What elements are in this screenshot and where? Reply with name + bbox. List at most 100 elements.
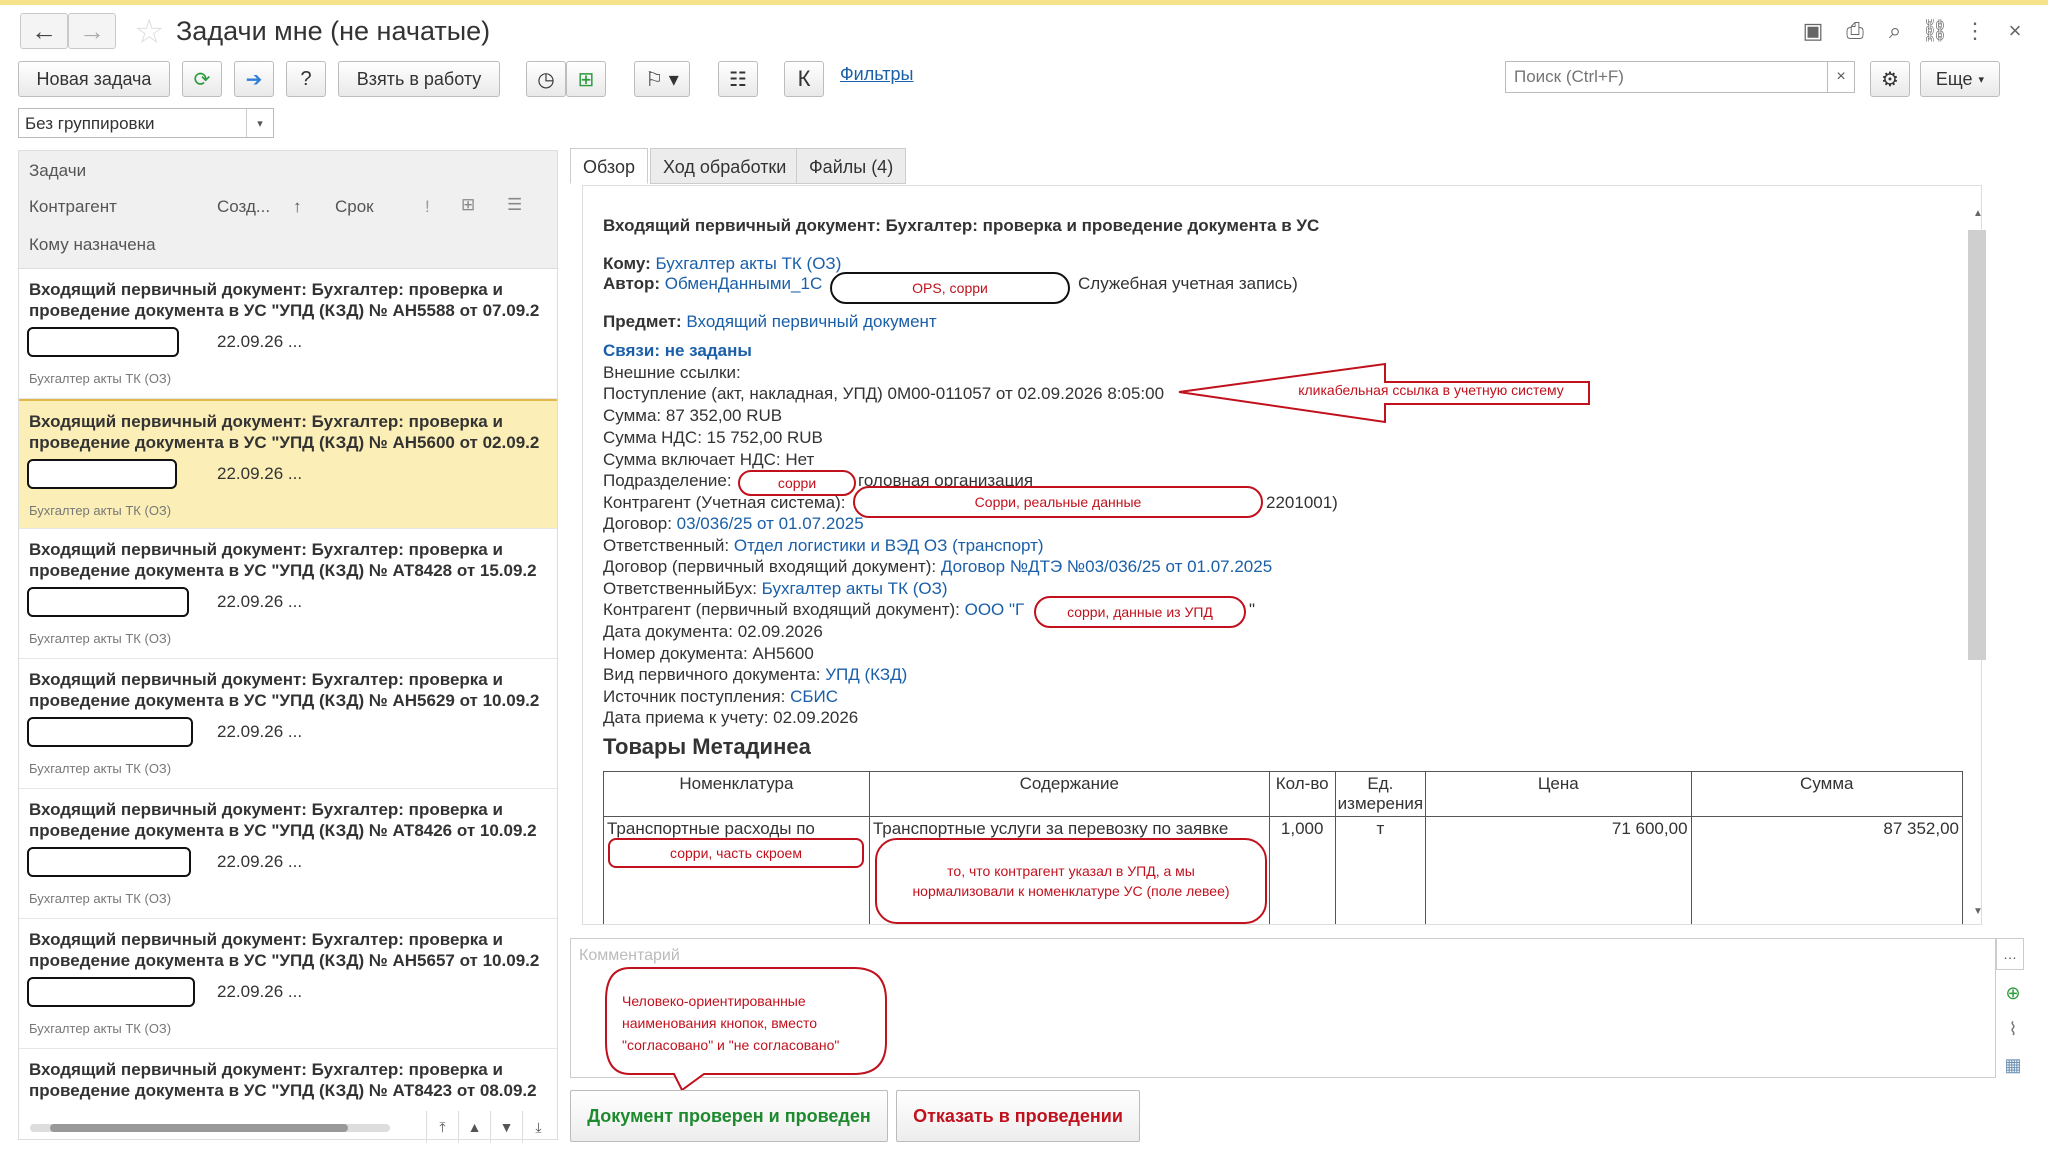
arrow-right-icon: → — [79, 15, 105, 46]
responsible-accountant-link[interactable]: Бухгалтер акты ТК (ОЗ) — [762, 579, 948, 598]
flag-button[interactable]: ⚐ ▾ — [634, 61, 690, 97]
scrollbar-thumb[interactable] — [50, 1124, 348, 1132]
comment-expand-button[interactable]: … — [1996, 938, 2024, 970]
back-button[interactable]: ← — [20, 13, 68, 49]
approve-button[interactable]: Документ проверен и проведен — [570, 1090, 888, 1142]
scroll-down-icon[interactable]: ▼ — [1973, 906, 1983, 917]
to-link[interactable]: Бухгалтер акты ТК (ОЗ) — [656, 254, 842, 273]
attach-icon[interactable]: ⌇ — [2000, 1016, 2026, 1042]
help-button[interactable]: ? — [286, 61, 326, 97]
clipboard-icon[interactable]: ▦ — [2000, 1052, 2026, 1078]
author-link[interactable]: ОбменДанными_1С — [665, 274, 822, 293]
task-title: Входящий первичный документ: Бухгалтер: … — [29, 1060, 537, 1100]
add-icon[interactable]: ⊕ — [2000, 980, 2026, 1006]
reject-button[interactable]: Отказать в проведении — [896, 1090, 1140, 1142]
chevron-down-icon[interactable]: ▾ — [246, 109, 273, 137]
grouping-select[interactable]: Без группировки — [18, 108, 274, 138]
cell-price: 71 600,00 — [1425, 816, 1692, 924]
scroll-bottom-icon[interactable]: ⤓ — [522, 1111, 554, 1143]
add-table-icon: ⊞ — [577, 68, 595, 91]
sum-row: Сумма: 87 352,00 RUB — [603, 406, 783, 425]
tree-view-button[interactable]: ☷ — [718, 61, 758, 97]
chevron-down-icon: ▾ — [1978, 73, 1985, 86]
more-vertical-icon[interactable]: ⋮ — [1960, 16, 1990, 46]
list-item[interactable]: Входящий первичный документ: Бухгалтер: … — [19, 919, 557, 1049]
doc-type-link[interactable]: УПД (КЗД) — [825, 665, 907, 684]
link-icon[interactable]: ⛓ — [1920, 16, 1950, 46]
redacted-counterparty — [27, 847, 191, 877]
contract2-link[interactable]: Договор №ДТЭ №03/036/25 от 01.07.2025 — [941, 557, 1272, 576]
col-tasks[interactable]: Задачи — [29, 161, 86, 181]
col-due[interactable]: Срок — [335, 197, 374, 217]
counterparty2-link[interactable]: ООО "Г — [965, 600, 1025, 619]
new-task-button[interactable]: Новая задача — [18, 61, 170, 97]
annotation-ops: OPS, сорри — [830, 272, 1070, 304]
redacted-counterparty — [27, 327, 179, 357]
detail-panel: Входящий первичный документ: Бухгалтер: … — [582, 185, 1982, 925]
table-row[interactable]: Транспортные расходы по Транспортные усл… — [603, 816, 1964, 924]
list-item[interactable]: Входящий первичный документ: Бухгалтер: … — [19, 659, 557, 789]
annotation-real-data: Сорри, реальные данные — [853, 486, 1263, 518]
list-item[interactable]: Входящий первичный документ: Бухгалтер: … — [19, 269, 557, 399]
scroll-down-icon[interactable]: ▼ — [490, 1111, 522, 1143]
responsible-link[interactable]: Отдел логистики и ВЭД ОЗ (транспорт) — [734, 536, 1044, 555]
history-button[interactable]: ◷ — [526, 61, 566, 97]
task-title: Входящий первичный документ: Бухгалтер: … — [29, 800, 537, 840]
col-assigned[interactable]: Кому назначена — [29, 235, 156, 255]
annotation-normalized: то, что контрагент указал в УПД, а мы но… — [875, 838, 1267, 924]
more-button[interactable]: Еще ▾ — [1920, 61, 2000, 97]
settings-button[interactable]: ⚙ — [1870, 61, 1910, 97]
receipt-link[interactable]: Поступление (акт, накладная, УПД) 0М00-0… — [603, 384, 1164, 404]
tab-processing[interactable]: Ход обработки — [650, 148, 800, 184]
tree-icon: ☷ — [729, 68, 747, 91]
scroll-up-icon[interactable]: ▲ — [458, 1111, 490, 1143]
vertical-scrollbar[interactable] — [1968, 230, 1986, 660]
add-subtask-button[interactable]: ⊞ — [566, 61, 606, 97]
task-date: 22.09.26 ... — [217, 722, 303, 741]
close-icon[interactable]: × — [2000, 16, 2030, 46]
task-assignee: Бухгалтер акты ТК (ОЗ) — [29, 1021, 172, 1036]
search-clear-button[interactable]: × — [1827, 61, 1855, 93]
sort-asc-icon[interactable]: ↑ — [293, 197, 302, 217]
save-icon[interactable]: ▣ — [1798, 16, 1828, 46]
links-heading[interactable]: Связи: не заданы — [603, 341, 752, 361]
tab-overview[interactable]: Обзор — [570, 148, 648, 184]
list-item[interactable]: Входящий первичный документ: Бухгалтер: … — [19, 789, 557, 919]
task-assignee: Бухгалтер акты ТК (ОЗ) — [29, 761, 172, 776]
col-price: Цена — [1425, 771, 1692, 817]
col-counterparty[interactable]: Контрагент — [29, 197, 117, 217]
source-link[interactable]: СБИС — [790, 687, 838, 706]
preview-icon[interactable]: ⌕ — [1880, 16, 1910, 46]
status-columns-icon[interactable]: ⊞ — [461, 195, 475, 215]
contract-link[interactable]: 03/036/25 от 01.07.2025 — [677, 514, 864, 533]
hierarchy-icon[interactable]: ☰ — [507, 195, 522, 215]
col-created[interactable]: Созд... — [217, 197, 270, 217]
col-unit: Ед. измерения — [1334, 771, 1427, 817]
gear-icon: ⚙ — [1881, 68, 1899, 91]
favorite-star-icon[interactable]: ☆ — [134, 12, 164, 52]
forward-button[interactable]: → — [68, 13, 116, 49]
search-input[interactable] — [1505, 61, 1829, 93]
cell-nomenclature: Транспортные расходы по — [603, 816, 870, 924]
refresh-icon: ⟳ — [193, 68, 211, 91]
list-item-selected[interactable]: Входящий первичный документ: Бухгалтер: … — [19, 399, 557, 529]
tab-files[interactable]: Файлы (4) — [796, 148, 907, 184]
author-suffix-link[interactable]: Служебная учетная запись) — [1078, 274, 1298, 294]
scroll-top-icon[interactable]: ⤒ — [426, 1111, 458, 1143]
filters-link[interactable]: Фильтры — [840, 64, 913, 85]
refresh-button[interactable]: ⟳ — [182, 61, 222, 97]
subject-link[interactable]: Входящий первичный документ — [686, 312, 936, 331]
close-icon: × — [1836, 68, 1846, 85]
counterparty2-suffix[interactable]: " — [1249, 600, 1255, 620]
scroll-up-icon[interactable]: ▲ — [1973, 208, 1983, 219]
importance-icon[interactable]: ! — [425, 197, 430, 217]
list-item[interactable]: Входящий первичный документ: Бухгалтер: … — [19, 529, 557, 659]
task-assignee: Бухгалтер акты ТК (ОЗ) — [29, 371, 172, 386]
counterparty-link[interactable]: 2201001) — [1266, 493, 1338, 513]
contract-row: Договор: 03/036/25 от 01.07.2025 — [603, 514, 864, 533]
print-icon[interactable]: ⎙ — [1840, 16, 1870, 46]
k-button[interactable]: К — [784, 61, 824, 97]
responsible-row: Ответственный: Отдел логистики и ВЭД ОЗ … — [603, 536, 1044, 555]
take-to-work-button[interactable]: Взять в работу — [338, 61, 500, 97]
execute-button[interactable]: ➔ — [234, 61, 274, 97]
